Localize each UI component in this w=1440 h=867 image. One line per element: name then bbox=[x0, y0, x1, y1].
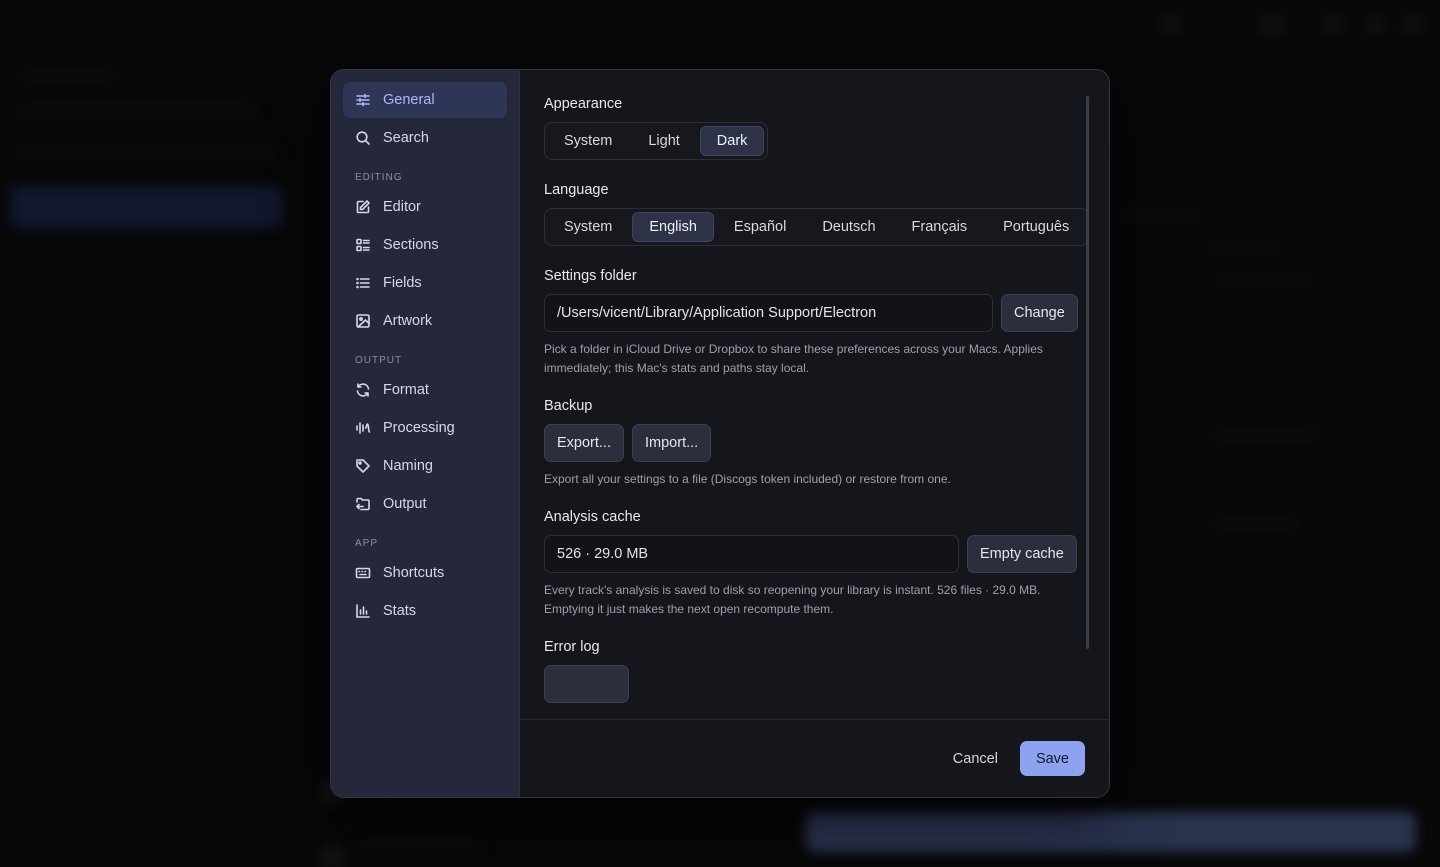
nav-item-output[interactable]: Output bbox=[343, 486, 507, 522]
nav-item-format[interactable]: Format bbox=[343, 372, 507, 408]
settings-dialog: General Search EDITING Editor Sections F… bbox=[330, 69, 1110, 798]
list-icon bbox=[355, 275, 371, 291]
nav-section-title: EDITING bbox=[355, 172, 403, 183]
settings-folder-path-field[interactable]: /Users/vicent/Library/Application Suppor… bbox=[544, 294, 993, 332]
change-folder-button[interactable]: Change bbox=[1001, 294, 1078, 332]
language-option-english[interactable]: English bbox=[632, 212, 714, 242]
nav-item-shortcuts[interactable]: Shortcuts bbox=[343, 555, 507, 591]
nav-item-label: Stats bbox=[383, 603, 417, 619]
nav-item-label: Format bbox=[383, 382, 429, 398]
nav-item-label: Processing bbox=[383, 420, 455, 436]
language-segmented-control: System English Español Deutsch Français … bbox=[544, 208, 1090, 246]
settings-folder-section: Settings folder /Users/vicent/Library/Ap… bbox=[544, 268, 1085, 378]
language-option-system[interactable]: System bbox=[548, 212, 628, 242]
waveform-icon bbox=[355, 420, 371, 436]
backup-title: Backup bbox=[544, 398, 593, 414]
language-title: Language bbox=[544, 182, 609, 198]
appearance-segmented-control: System Light Dark bbox=[544, 122, 769, 160]
dialog-footer: Cancel Save bbox=[520, 719, 1109, 797]
nav-item-label: Sections bbox=[383, 237, 439, 253]
language-option-deutsch[interactable]: Deutsch bbox=[806, 212, 891, 242]
folder-output-icon bbox=[355, 496, 371, 512]
sliders-icon bbox=[355, 92, 371, 108]
scrollbar-thumb[interactable] bbox=[1086, 96, 1089, 649]
nav-item-label: Editor bbox=[383, 199, 421, 215]
bar-chart-icon bbox=[355, 603, 371, 619]
nav-item-stats[interactable]: Stats bbox=[343, 593, 507, 629]
nav-item-editor[interactable]: Editor bbox=[343, 189, 507, 225]
search-icon bbox=[355, 130, 371, 146]
nav-item-label: Output bbox=[383, 496, 427, 512]
settings-scroll-area[interactable]: Appearance System Light Dark Language Sy… bbox=[520, 70, 1109, 721]
refresh-icon bbox=[355, 382, 371, 398]
nav-section-title: OUTPUT bbox=[355, 355, 403, 366]
appearance-option-dark[interactable]: Dark bbox=[699, 126, 765, 156]
edit-icon bbox=[355, 199, 371, 215]
tag-icon bbox=[355, 458, 371, 474]
export-settings-button[interactable]: Export... bbox=[544, 424, 624, 462]
analysis-cache-section: Analysis cache 526 · 29.0 MB Empty cache… bbox=[544, 509, 1085, 619]
image-icon bbox=[355, 313, 371, 329]
backup-section: Backup Export... Import... Export all yo… bbox=[544, 398, 1085, 489]
nav-item-label: General bbox=[383, 92, 435, 108]
backup-help: Export all your settings to a file (Disc… bbox=[544, 472, 951, 486]
cancel-button[interactable]: Cancel bbox=[953, 751, 998, 767]
nav-item-label: Artwork bbox=[383, 313, 433, 329]
import-settings-button[interactable]: Import... bbox=[632, 424, 712, 462]
nav-item-artwork[interactable]: Artwork bbox=[343, 303, 507, 339]
language-option-portugues[interactable]: Português bbox=[987, 212, 1085, 242]
settings-scrollbar[interactable] bbox=[1086, 96, 1089, 649]
settings-folder-help: Pick a folder in iCloud Drive or Dropbox… bbox=[544, 342, 1043, 375]
appearance-option-system[interactable]: System bbox=[548, 126, 628, 156]
analysis-cache-title: Analysis cache bbox=[544, 509, 641, 525]
nav-item-general[interactable]: General bbox=[343, 82, 507, 118]
save-button[interactable]: Save bbox=[1019, 741, 1085, 776]
nav-item-processing[interactable]: Processing bbox=[343, 410, 507, 446]
language-section: Language System English Español Deutsch … bbox=[544, 182, 1090, 246]
nav-item-naming[interactable]: Naming bbox=[343, 448, 507, 484]
language-option-espanol[interactable]: Español bbox=[718, 212, 802, 242]
nav-item-label: Shortcuts bbox=[383, 565, 445, 581]
analysis-cache-size-field: 526 · 29.0 MB bbox=[544, 535, 959, 573]
empty-cache-button[interactable]: Empty cache bbox=[967, 535, 1077, 573]
keyboard-icon bbox=[355, 565, 371, 581]
error-log-section: Error log bbox=[544, 639, 1085, 703]
nav-item-search[interactable]: Search bbox=[343, 120, 507, 156]
nav-section-title: APP bbox=[355, 538, 379, 549]
sections-icon bbox=[355, 237, 371, 253]
appearance-title: Appearance bbox=[544, 96, 623, 112]
analysis-cache-help: Every track's analysis is saved to disk … bbox=[544, 583, 1041, 616]
error-log-button[interactable] bbox=[544, 665, 629, 703]
nav-item-sections[interactable]: Sections bbox=[343, 227, 507, 263]
settings-content: Appearance System Light Dark Language Sy… bbox=[520, 70, 1109, 797]
settings-sidebar: General Search EDITING Editor Sections F… bbox=[331, 70, 520, 797]
language-option-francais[interactable]: Français bbox=[896, 212, 984, 242]
appearance-section: Appearance System Light Dark bbox=[544, 96, 1085, 160]
nav-item-label: Search bbox=[383, 130, 429, 146]
error-log-title: Error log bbox=[544, 639, 600, 655]
nav-item-label: Fields bbox=[383, 275, 422, 291]
nav-item-label: Naming bbox=[383, 458, 433, 474]
settings-folder-title: Settings folder bbox=[544, 268, 637, 284]
appearance-option-light[interactable]: Light bbox=[632, 126, 695, 156]
nav-item-fields[interactable]: Fields bbox=[343, 265, 507, 301]
